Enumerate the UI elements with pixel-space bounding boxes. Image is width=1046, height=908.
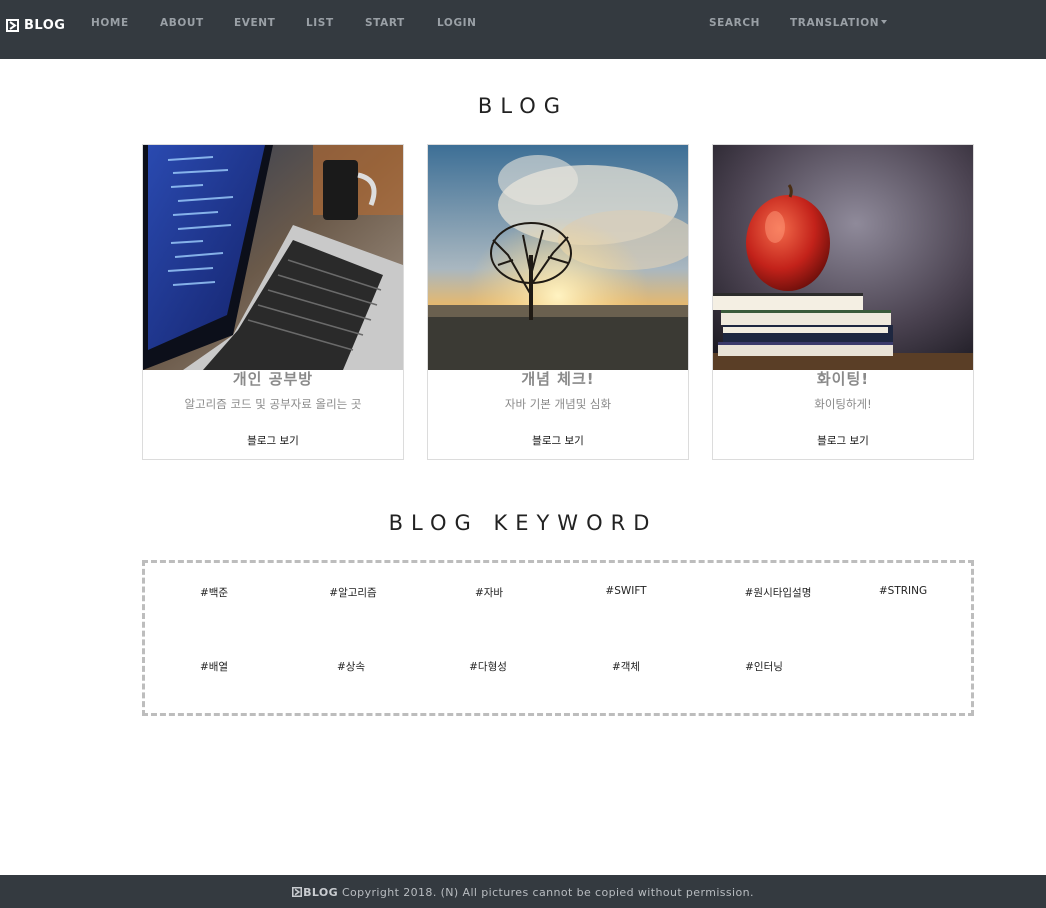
keyword-tag[interactable]: #알고리즘 <box>329 585 376 600</box>
nav-home[interactable]: HOME <box>91 17 129 29</box>
view-blog-link[interactable]: 블로그 보기 <box>428 433 688 448</box>
footer-copyright: BLOG Copyright 2018. (N) All pictures ca… <box>0 886 1046 899</box>
brand-label: BLOG <box>24 17 66 33</box>
card-title: 화이팅! <box>816 370 870 388</box>
card-title: 개인 공부방 <box>232 370 314 388</box>
keyword-tag[interactable]: #상속 <box>337 659 365 674</box>
nav-search[interactable]: SEARCH <box>709 17 760 29</box>
blog-card: 개인 공부방 알고리즘 코드 및 공부자료 올리는 곳 블로그 보기 <box>142 144 404 460</box>
nav-start[interactable]: START <box>365 17 405 29</box>
footer-brand: BLOG <box>303 886 339 899</box>
laptop-code-photo <box>143 145 403 370</box>
footer-text: Copyright 2018. (N) All pictures cannot … <box>338 886 754 899</box>
keyword-tag[interactable]: #원시타입설명 <box>745 585 812 600</box>
logo-icon <box>292 887 303 897</box>
footer: BLOG Copyright 2018. (N) All pictures ca… <box>0 875 1046 908</box>
card-title: 개념 체크! <box>521 370 595 388</box>
apple-books-photo <box>713 145 973 370</box>
keyword-box: #백준 #알고리즘 #자바 #SWIFT #원시타입설명 #STRING #배열… <box>142 560 974 716</box>
keyword-tag[interactable]: #다형성 <box>469 659 507 674</box>
keyword-tag[interactable]: #백준 <box>200 585 228 600</box>
nav-event[interactable]: EVENT <box>234 17 275 29</box>
tree-sunset-photo <box>428 145 688 370</box>
brand-link[interactable]: BLOG <box>6 16 65 34</box>
keyword-tag[interactable]: #인터닝 <box>745 659 783 674</box>
card-subtitle: 자바 기본 개념및 심화 <box>504 397 612 411</box>
nav-translation-label: TRANSLATION <box>790 17 880 29</box>
caret-down-icon <box>881 20 888 24</box>
nav-list[interactable]: LIST <box>306 17 334 29</box>
keyword-section-title: BLOG KEYWORD <box>388 511 658 535</box>
logo-icon <box>6 18 19 32</box>
top-navbar: BLOG HOME ABOUT EVENT LIST START LOGIN S… <box>0 0 1046 59</box>
nav-about[interactable]: ABOUT <box>160 17 204 29</box>
view-blog-link[interactable]: 블로그 보기 <box>713 433 973 448</box>
keyword-tag[interactable]: #SWIFT <box>605 585 646 597</box>
blog-card: 화이팅! 화이팅하게! 블로그 보기 <box>712 144 974 460</box>
nav-login[interactable]: LOGIN <box>437 17 477 29</box>
blog-card: 개념 체크! 자바 기본 개념및 심화 블로그 보기 <box>427 144 689 460</box>
keyword-tag[interactable]: #객체 <box>612 659 640 674</box>
card-subtitle: 화이팅하게! <box>814 397 872 411</box>
keyword-tag[interactable]: #배열 <box>200 659 228 674</box>
view-blog-link[interactable]: 블로그 보기 <box>143 433 403 448</box>
nav-translation-dropdown[interactable]: TRANSLATION <box>790 17 888 29</box>
keyword-tag[interactable]: #STRING <box>879 585 927 597</box>
keyword-tag[interactable]: #자바 <box>475 585 503 600</box>
blog-section-title: BLOG <box>477 94 569 118</box>
card-subtitle: 알고리즘 코드 및 공부자료 올리는 곳 <box>184 397 362 411</box>
